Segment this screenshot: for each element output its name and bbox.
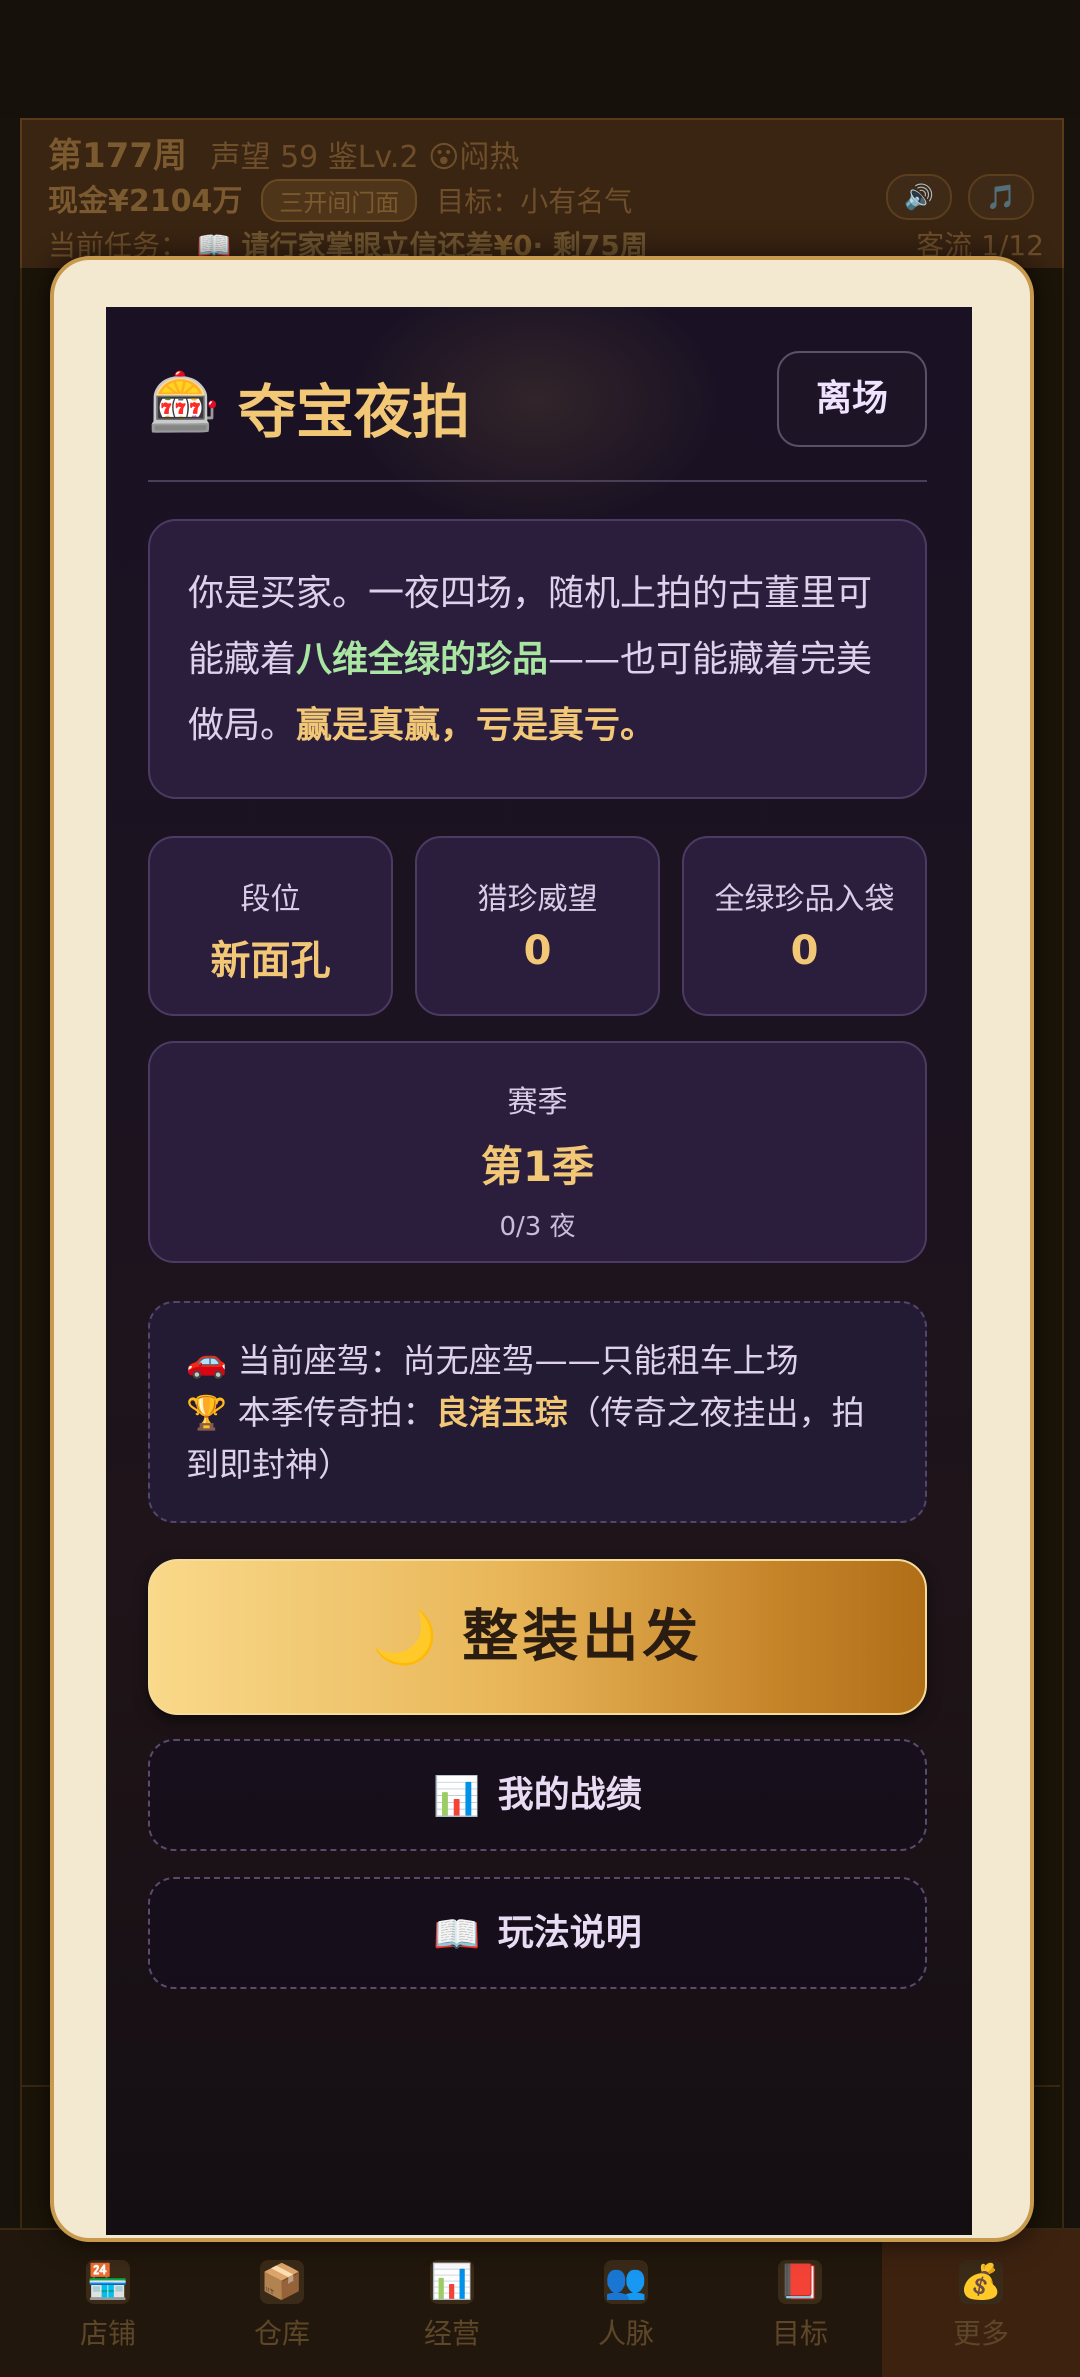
- warehouse-icon: 📦: [260, 2260, 304, 2304]
- car-icon: 🚗: [186, 1341, 228, 1380]
- weather-icon: 😮: [428, 140, 460, 175]
- hud-cash-line: 现金¥2104万 三开间门面 目标：小有名气: [48, 176, 632, 222]
- modal-title: 夺宝夜拍: [238, 378, 471, 446]
- music-toggle-button[interactable]: 🎵: [968, 174, 1034, 220]
- tab-label: 经营: [423, 2317, 480, 2350]
- rules-label: 玩法说明: [497, 1912, 642, 1954]
- header-divider: [148, 480, 927, 482]
- leave-button[interactable]: 离场: [777, 351, 927, 447]
- more-icon: 💰: [959, 2260, 1003, 2304]
- trophy-icon: 🏆: [186, 1393, 228, 1432]
- season-card: 赛季 第1季 0/3 夜: [148, 1041, 927, 1263]
- goal-label: 目标：小有名气: [436, 185, 633, 218]
- rank-stat-card: 段位 新面孔: [148, 836, 393, 1016]
- tab-shop[interactable]: 🏪 店铺: [18, 2230, 198, 2377]
- stat-value: 0: [790, 928, 819, 974]
- goal-icon: 📕: [778, 2260, 822, 2304]
- game-hud: 第177周 声望 59 鉴Lv.2 😮闷热 现金¥2104万 三开间门面 目标：…: [20, 118, 1064, 270]
- reputation-value: 声望 59: [210, 140, 319, 175]
- business-icon: 📊: [430, 2260, 474, 2304]
- appraisal-level: 鉴Lv.2: [327, 140, 419, 175]
- week-counter: 第177周: [48, 136, 187, 176]
- open-book-icon: 📖: [433, 1911, 481, 1956]
- my-record-label: 我的战绩: [497, 1774, 642, 1816]
- tab-contacts[interactable]: 👥 人脉: [536, 2230, 716, 2377]
- depart-button[interactable]: 🌙 整装出发: [148, 1559, 927, 1715]
- stat-value: 新面孔: [210, 938, 331, 984]
- speaker-icon: 🔊: [904, 183, 934, 211]
- hud-stats-line: 第177周 声望 59 鉴Lv.2 😮闷热: [48, 128, 519, 177]
- season-value: 第1季: [480, 1142, 595, 1191]
- shop-level-chip[interactable]: 三开间门面: [261, 179, 418, 222]
- prestige-stat-card: 猎珍威望 0: [415, 836, 660, 1016]
- music-note-icon: 🎵: [986, 183, 1016, 211]
- season-label: 赛季: [507, 1085, 568, 1120]
- tab-label: 更多: [952, 2317, 1009, 2350]
- tab-label: 仓库: [253, 2317, 310, 2350]
- cash-value: 现金¥2104万: [48, 184, 243, 219]
- vehicle-line: 🚗 当前座驾：尚无座驾——只能租车上场: [186, 1335, 889, 1387]
- tab-label: 店铺: [79, 2317, 136, 2350]
- bar-chart-icon: 📊: [433, 1773, 481, 1818]
- tab-label: 目标: [771, 2317, 828, 2350]
- rules-button[interactable]: 📖 玩法说明: [148, 1877, 927, 1989]
- bottom-tab-bar: 🏪 店铺 📦 仓库 📊 经营 👥 人脉 📕 目标 💰 更多: [0, 2228, 1080, 2377]
- intro-highlight-treasure: 八维全绿的珍品: [296, 639, 549, 680]
- stat-label: 猎珍威望: [477, 882, 598, 917]
- my-record-button[interactable]: 📊 我的战绩: [148, 1739, 927, 1851]
- intro-card: 你是买家。一夜四场，随机上拍的古董里可能藏着八维全绿的珍品——也可能藏着完美做局…: [148, 519, 927, 799]
- intro-highlight-stakes: 赢是真赢，亏是真亏。: [296, 705, 657, 746]
- contacts-icon: 👥: [604, 2260, 648, 2304]
- tab-more[interactable]: 💰 更多: [882, 2230, 1080, 2377]
- tab-business[interactable]: 📊 经营: [362, 2230, 542, 2377]
- status-bar: [0, 0, 1080, 118]
- stat-label: 段位: [240, 882, 301, 917]
- depart-label: 整装出发: [462, 1604, 703, 1670]
- season-progress: 0/3 夜: [499, 1212, 576, 1242]
- legend-item: 良渚玉琮: [435, 1393, 568, 1432]
- legend-prefix: 本季传奇拍：: [237, 1393, 436, 1432]
- stat-value: 0: [523, 928, 552, 974]
- treasure-count-stat-card: 全绿珍品入袋 0: [682, 836, 927, 1016]
- auction-modal: 🎰 夺宝夜拍 离场 你是买家。一夜四场，随机上拍的古董里可能藏着八维全绿的珍品—…: [106, 307, 972, 2235]
- slot-machine-icon: 🎰: [148, 368, 221, 436]
- sound-toggle-button[interactable]: 🔊: [886, 174, 952, 220]
- tab-label: 人脉: [597, 2317, 654, 2350]
- legend-line: 🏆 本季传奇拍：良渚玉琮（传奇之夜挂出，拍到即封神）: [186, 1387, 889, 1491]
- moon-icon: 🌙: [372, 1607, 438, 1668]
- vehicle-legend-info: 🚗 当前座驾：尚无座驾——只能租车上场 🏆 本季传奇拍：良渚玉琮（传奇之夜挂出，…: [148, 1301, 927, 1523]
- tab-goals[interactable]: 📕 目标: [710, 2230, 890, 2377]
- tab-warehouse[interactable]: 📦 仓库: [192, 2230, 372, 2377]
- stat-label: 全绿珍品入袋: [714, 882, 895, 917]
- vehicle-text: 当前座驾：尚无座驾——只能租车上场: [237, 1341, 799, 1380]
- weather-label: 闷热: [459, 140, 520, 175]
- shop-icon: 🏪: [86, 2260, 130, 2304]
